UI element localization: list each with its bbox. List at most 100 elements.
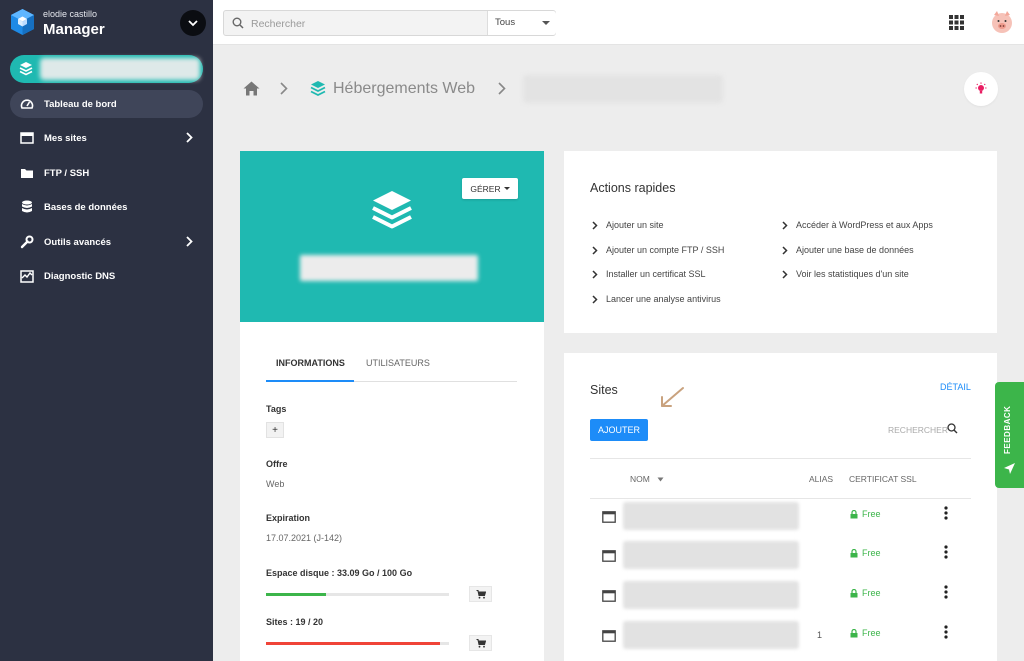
sidebar-item-dashboard[interactable]: Tableau de bord	[10, 90, 203, 118]
chevron-right-icon	[592, 269, 598, 279]
tips-button[interactable]	[964, 72, 998, 106]
window-icon[interactable]	[602, 550, 616, 562]
current-service-selector[interactable]	[10, 55, 203, 83]
user-avatar[interactable]	[990, 9, 1014, 35]
home-icon[interactable]	[243, 81, 260, 96]
add-tag-button[interactable]: +	[266, 422, 284, 438]
chevron-right-icon	[782, 220, 788, 230]
action-wordpress-apps[interactable]: Accéder à WordPress et aux Apps	[782, 220, 933, 230]
table-row: Free	[590, 538, 971, 578]
chevron-right-icon	[782, 269, 788, 279]
ssl-status-label: Free	[862, 548, 881, 558]
brand: elodie castillo Manager	[10, 6, 210, 42]
sidebar-item-databases[interactable]: Bases de données	[10, 193, 203, 221]
sites-search[interactable]: RECHERCHER	[888, 423, 964, 439]
more-options-icon[interactable]	[944, 585, 948, 599]
sites-card: Sites DÉTAIL AJOUTER RECHERCHER NOM ALIA…	[564, 353, 997, 661]
sidebar-item-my-sites[interactable]: Mes sites	[10, 124, 203, 152]
feedback-tab[interactable]: FEEDBACK	[995, 382, 1024, 488]
search-icon	[947, 423, 958, 434]
quick-actions-card: Actions rapides Ajouter un site Ajouter …	[564, 151, 997, 333]
more-options-icon[interactable]	[944, 545, 948, 559]
upgrade-sites-button[interactable]	[469, 635, 492, 651]
sidebar-item-label: Tableau de bord	[44, 98, 117, 110]
ssl-status-label: Free	[862, 628, 881, 638]
service-name-redacted	[40, 58, 200, 80]
sites-title: Sites	[590, 383, 618, 397]
sidebar-item-ftp-ssh[interactable]: FTP / SSH	[10, 159, 203, 187]
lock-icon	[850, 628, 858, 637]
search-icon	[232, 17, 244, 29]
search-scope-select[interactable]: Tous	[487, 11, 556, 35]
action-label: Voir les statistiques d'un site	[796, 269, 909, 279]
table-row: 1 Free	[590, 618, 971, 658]
column-name-label: NOM	[630, 474, 650, 484]
chevron-right-icon	[186, 236, 193, 247]
apps-grid-icon[interactable]	[949, 15, 964, 30]
chevron-right-icon	[592, 245, 598, 255]
disk-usage-fill	[266, 593, 327, 596]
add-site-button[interactable]: AJOUTER	[590, 419, 648, 441]
app-title: Manager	[43, 21, 105, 38]
hosting-summary-card: GÉRER INFORMATIONS UTILISATEURS Tags + O…	[240, 151, 544, 661]
chevron-down-icon	[188, 19, 198, 26]
sidebar-item-dns-diagnostic[interactable]: Diagnostic DNS	[10, 262, 203, 290]
action-install-ssl[interactable]: Installer un certificat SSL	[592, 269, 706, 279]
action-add-database[interactable]: Ajouter une base de données	[782, 245, 914, 255]
chevron-right-icon	[592, 294, 598, 304]
sites-quota-label: Sites : 19 / 20	[266, 617, 324, 627]
ssl-status: Free	[850, 588, 881, 598]
sidebar-item-label: Diagnostic DNS	[44, 270, 116, 282]
sidebar-item-label: Mes sites	[44, 132, 87, 144]
caret-down-icon	[542, 21, 550, 25]
action-add-site[interactable]: Ajouter un site	[592, 220, 664, 230]
account-menu-toggle[interactable]	[180, 10, 206, 36]
lock-icon	[850, 588, 858, 597]
search-input[interactable]	[251, 15, 471, 32]
sites-usage-fill	[266, 642, 440, 645]
window-icon[interactable]	[602, 630, 616, 642]
cart-icon	[476, 589, 486, 599]
action-antivirus-scan[interactable]: Lancer une analyse antivirus	[592, 294, 721, 304]
upgrade-disk-button[interactable]	[469, 586, 492, 602]
window-icon[interactable]	[602, 511, 616, 523]
caret-down-icon	[503, 187, 510, 190]
disk-usage-bar	[266, 593, 449, 596]
disk-space-label: Espace disque : 33.09 Go / 100 Go	[266, 568, 413, 578]
action-label: Ajouter une base de données	[796, 245, 914, 255]
stack-icon	[372, 191, 412, 229]
expiration-label: Expiration	[266, 513, 311, 523]
global-search: Tous	[223, 10, 556, 36]
feedback-label: FEEDBACK	[1003, 405, 1012, 454]
action-site-statistics[interactable]: Voir les statistiques d'un site	[782, 269, 909, 279]
sidebar: elodie castillo Manager Tableau de bord …	[0, 0, 213, 661]
tab-utilisateurs[interactable]: UTILISATEURS	[366, 358, 430, 368]
network-diagnostic-icon	[10, 269, 44, 283]
site-name-redacted	[623, 621, 799, 649]
action-label: Lancer une analyse antivirus	[606, 294, 721, 304]
active-tab-indicator	[266, 380, 354, 382]
chevron-right-icon	[498, 82, 506, 95]
ssl-status-label: Free	[862, 588, 881, 598]
more-options-icon[interactable]	[944, 625, 948, 639]
tab-informations[interactable]: INFORMATIONS	[276, 358, 345, 368]
ssl-status: Free	[850, 628, 881, 638]
cube-logo-icon	[11, 9, 34, 35]
breadcrumb-hosting-link[interactable]: Hébergements Web	[333, 80, 475, 98]
chevron-right-icon	[280, 82, 288, 95]
database-icon	[10, 200, 44, 214]
table-row: Free	[590, 578, 971, 618]
action-add-ftp-account[interactable]: Ajouter un compte FTP / SSH	[592, 245, 724, 255]
account-username: elodie castillo	[43, 9, 98, 19]
column-name[interactable]: NOM	[630, 474, 664, 484]
expiration-value: 17.07.2021 (J-142)	[266, 533, 343, 543]
manage-dropdown-button[interactable]: GÉRER	[462, 178, 518, 199]
sidebar-item-label: Outils avancés	[44, 236, 112, 248]
sites-detail-link[interactable]: DÉTAIL	[940, 382, 971, 392]
sort-caret-icon	[657, 477, 664, 482]
window-icon[interactable]	[602, 590, 616, 602]
stack-icon	[310, 81, 326, 97]
more-options-icon[interactable]	[944, 506, 948, 520]
sidebar-item-advanced-tools[interactable]: Outils avancés	[10, 228, 203, 256]
hosting-name-redacted	[300, 255, 478, 281]
